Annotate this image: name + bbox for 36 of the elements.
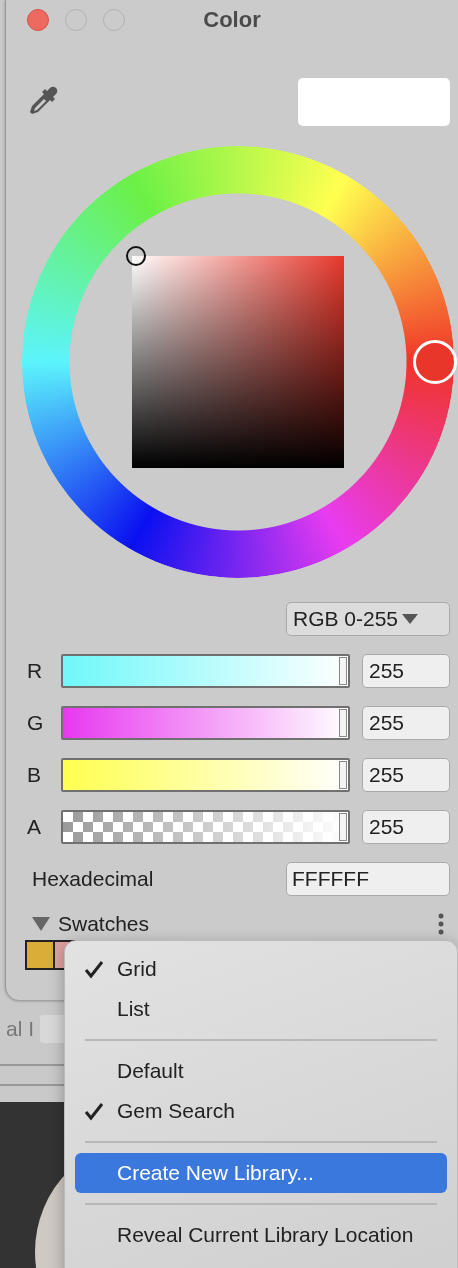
swatch[interactable] [25, 940, 55, 970]
menu-item[interactable]: Grid [75, 949, 447, 989]
channel-label: A [27, 815, 42, 839]
saturation-value-square[interactable] [132, 256, 344, 468]
menu-item[interactable]: List [75, 989, 447, 1029]
mode-dropdown[interactable]: RGB 0-255 [286, 602, 450, 636]
slider-thumb[interactable] [339, 813, 347, 841]
hex-label: Hexadecimal [32, 867, 154, 891]
channel-slider[interactable] [61, 810, 350, 844]
channel-label: B [27, 763, 42, 787]
slider-thumb[interactable] [339, 657, 347, 685]
field-label: al I [6, 1017, 34, 1041]
channel-slider[interactable] [61, 758, 350, 792]
slider-thumb[interactable] [339, 761, 347, 789]
caret-icon [402, 614, 419, 624]
channel-value-field[interactable]: 255 [362, 706, 450, 740]
channel-value-field[interactable]: 255 [362, 810, 450, 844]
channel-value-field[interactable]: 255 [362, 758, 450, 792]
menu-item[interactable]: Default [75, 1051, 447, 1091]
channel-label: G [27, 711, 45, 735]
swatches-title[interactable]: Swatches [58, 912, 438, 936]
menu-item[interactable]: Create New Library... [75, 1153, 447, 1193]
color-cursor[interactable] [126, 246, 146, 266]
hex-field[interactable]: FFFFFF [286, 862, 450, 896]
channel-slider[interactable] [61, 706, 350, 740]
close-button[interactable] [27, 9, 49, 31]
channel-label: R [27, 659, 44, 683]
more-icon[interactable] [438, 913, 444, 935]
checkmark-icon [83, 1101, 105, 1121]
channel-value-field[interactable]: 255 [362, 654, 450, 688]
window-title: Color [203, 7, 261, 33]
checkmark-icon [83, 959, 105, 979]
channel-slider[interactable] [61, 654, 350, 688]
menu-item[interactable]: Gem Search [75, 1091, 447, 1131]
slider-thumb[interactable] [339, 709, 347, 737]
menu-item[interactable]: Reveal Current Library Location [75, 1215, 447, 1255]
